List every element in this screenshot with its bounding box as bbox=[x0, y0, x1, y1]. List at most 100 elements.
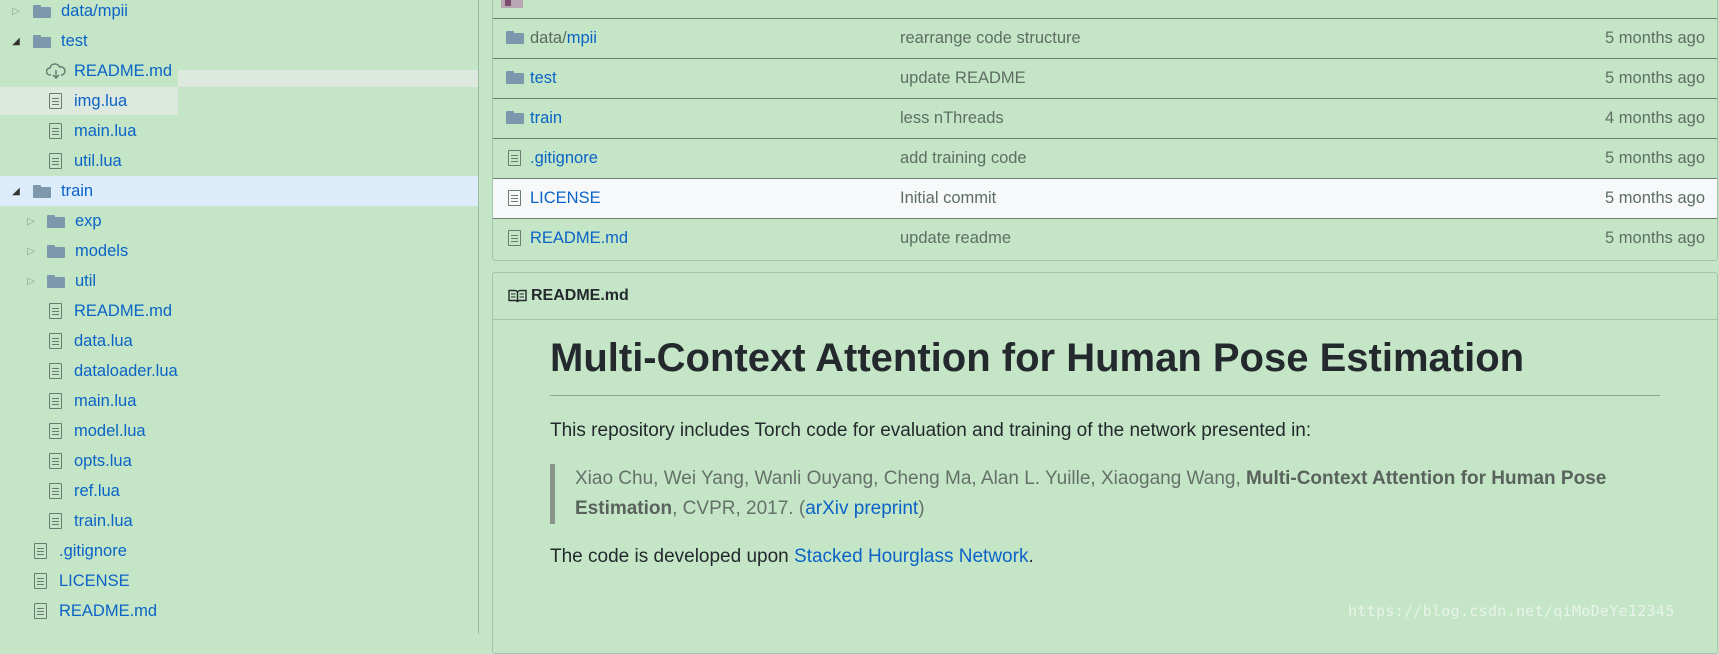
table-row[interactable]: test update README 5 months ago bbox=[493, 59, 1717, 99]
folder-icon bbox=[506, 111, 524, 124]
file-icon bbox=[49, 123, 62, 139]
table-row[interactable]: README.md update readme 5 months ago bbox=[493, 219, 1717, 258]
collapse-arrow-icon[interactable]: ◢ bbox=[9, 186, 23, 197]
commit-message-link[interactable]: less nThreads bbox=[900, 109, 1004, 128]
expand-arrow-icon[interactable]: ▷ bbox=[24, 276, 38, 287]
tree-item-train-model-lua[interactable]: model.lua bbox=[0, 416, 478, 446]
commit-age: 5 months ago bbox=[1605, 189, 1705, 207]
tree-item-train[interactable]: ◢ train bbox=[0, 176, 478, 206]
file-icon bbox=[508, 230, 521, 246]
commit-age: 5 months ago bbox=[1605, 29, 1705, 47]
file-icon bbox=[34, 573, 47, 589]
tree-item-label: .gitignore bbox=[59, 541, 127, 560]
tree-item-label: data.lua bbox=[74, 331, 133, 350]
readme-title: Multi-Context Attention for Human Pose E… bbox=[550, 333, 1660, 396]
tree-item-label: README.md bbox=[74, 61, 173, 80]
tree-item-label: dataloader.lua bbox=[74, 361, 178, 380]
commit-message-link[interactable]: add training code bbox=[900, 149, 1027, 168]
expand-arrow-icon[interactable]: ▷ bbox=[24, 246, 38, 257]
tree-item-test[interactable]: ◢ test bbox=[0, 26, 478, 56]
citation-blockquote: Xiao Chu, Wei Yang, Wanli Ouyang, Cheng … bbox=[550, 464, 1660, 524]
file-icon bbox=[49, 333, 62, 349]
table-row[interactable]: train less nThreads 4 months ago bbox=[493, 99, 1717, 139]
collapse-arrow-icon[interactable]: ◢ bbox=[9, 36, 23, 47]
file-icon bbox=[49, 363, 62, 379]
tree-item-train-exp[interactable]: ▷ exp bbox=[0, 206, 478, 236]
tree-item-test-readme[interactable]: README.md bbox=[0, 56, 178, 86]
file-name-link[interactable]: test bbox=[530, 69, 557, 88]
tree-item-train-readme[interactable]: README.md bbox=[0, 296, 478, 326]
file-tree-sidebar: ▷ data/mpii ◢ test README.md img.lua mai… bbox=[0, 0, 479, 634]
file-icon bbox=[49, 423, 62, 439]
file-icon bbox=[49, 513, 62, 529]
readme-header: README.md bbox=[493, 273, 1717, 320]
file-name-link[interactable]: .gitignore bbox=[530, 149, 598, 168]
tree-item-train-main-lua[interactable]: main.lua bbox=[0, 386, 478, 416]
commit-message-link[interactable]: update README bbox=[900, 69, 1026, 88]
tree-item-test-img-lua[interactable]: img.lua bbox=[0, 86, 478, 116]
table-row[interactable]: .gitignore add training code 5 months ag… bbox=[493, 139, 1717, 179]
tree-item-train-dataloader-lua[interactable]: dataloader.lua bbox=[0, 356, 478, 386]
cloud-download-icon bbox=[46, 63, 66, 79]
expand-arrow-icon[interactable]: ▷ bbox=[9, 6, 23, 17]
path-name[interactable]: mpii bbox=[567, 29, 597, 47]
commit-age: 5 months ago bbox=[1605, 149, 1705, 167]
file-icon bbox=[49, 303, 62, 319]
file-name-link[interactable]: LICENSE bbox=[530, 189, 601, 208]
tree-item-train-util[interactable]: ▷ util bbox=[0, 266, 478, 296]
tree-item-label: ref.lua bbox=[74, 481, 120, 500]
tree-item-gitignore[interactable]: .gitignore bbox=[0, 536, 478, 566]
tree-item-label: README.md bbox=[74, 301, 173, 320]
hover-highlight bbox=[178, 70, 478, 87]
tree-item-train-models[interactable]: ▷ models bbox=[0, 236, 478, 266]
file-icon bbox=[49, 93, 62, 109]
table-row[interactable]: data/mpii rearrange code structure 5 mon… bbox=[493, 19, 1717, 59]
commit-age: 5 months ago bbox=[1605, 69, 1705, 87]
tree-item-train-train-lua[interactable]: train.lua bbox=[0, 506, 478, 536]
readme-panel: README.md Multi-Context Attention for Hu… bbox=[492, 272, 1718, 654]
commit-message-link[interactable]: rearrange code structure bbox=[900, 29, 1081, 48]
dev-note-suffix: . bbox=[1028, 546, 1034, 567]
file-icon bbox=[508, 190, 521, 206]
tree-item-test-util-lua[interactable]: util.lua bbox=[0, 146, 478, 176]
watermark: https://blog.csdn.net/qiMoDeYe12345 bbox=[1348, 602, 1675, 620]
tree-item-train-data-lua[interactable]: data.lua bbox=[0, 326, 478, 356]
avatar bbox=[501, 0, 523, 8]
tree-item-license[interactable]: LICENSE bbox=[0, 566, 478, 596]
tree-item-label: data/mpii bbox=[61, 1, 128, 20]
tree-item-label: train bbox=[61, 181, 94, 200]
arxiv-preprint-link[interactable]: arXiv preprint bbox=[805, 498, 918, 519]
folder-icon bbox=[33, 34, 51, 48]
readme-dev-note: The code is developed upon Stacked Hourg… bbox=[550, 542, 1660, 572]
tree-item-label: main.lua bbox=[74, 121, 137, 140]
expand-arrow-icon[interactable]: ▷ bbox=[24, 216, 38, 227]
tree-item-train-ref-lua[interactable]: ref.lua bbox=[0, 476, 478, 506]
folder-icon bbox=[47, 214, 65, 228]
commit-message-link[interactable]: Initial commit bbox=[900, 189, 996, 208]
commit-message-link[interactable]: update readme bbox=[900, 229, 1011, 248]
file-icon bbox=[508, 150, 521, 166]
tree-item-label: img.lua bbox=[74, 91, 128, 110]
commit-header-strip bbox=[493, 0, 1717, 19]
readme-intro: This repository includes Torch code for … bbox=[550, 420, 1312, 441]
tree-item-label: util bbox=[75, 271, 97, 290]
stacked-hourglass-link[interactable]: Stacked Hourglass Network bbox=[794, 546, 1028, 567]
file-name-link[interactable]: train bbox=[530, 109, 562, 128]
citation-close: ) bbox=[918, 498, 925, 519]
tree-item-train-opts-lua[interactable]: opts.lua bbox=[0, 446, 478, 476]
tree-item-test-main-lua[interactable]: main.lua bbox=[0, 116, 478, 146]
dev-note-prefix: The code is developed upon bbox=[550, 546, 795, 567]
file-name-link[interactable]: data/mpii bbox=[530, 29, 597, 48]
folder-icon bbox=[33, 184, 51, 198]
tree-item-readme[interactable]: README.md bbox=[0, 596, 478, 626]
folder-icon bbox=[506, 31, 524, 44]
table-row[interactable]: LICENSE Initial commit 5 months ago bbox=[493, 179, 1717, 219]
folder-icon bbox=[47, 244, 65, 258]
file-icon bbox=[34, 603, 47, 619]
tree-item-label: exp bbox=[75, 211, 102, 230]
file-icon bbox=[49, 483, 62, 499]
tree-item-data-mpii[interactable]: ▷ data/mpii bbox=[0, 0, 478, 26]
folder-icon bbox=[33, 4, 51, 18]
file-list-table: data/mpii rearrange code structure 5 mon… bbox=[492, 0, 1718, 261]
file-name-link[interactable]: README.md bbox=[530, 229, 628, 248]
